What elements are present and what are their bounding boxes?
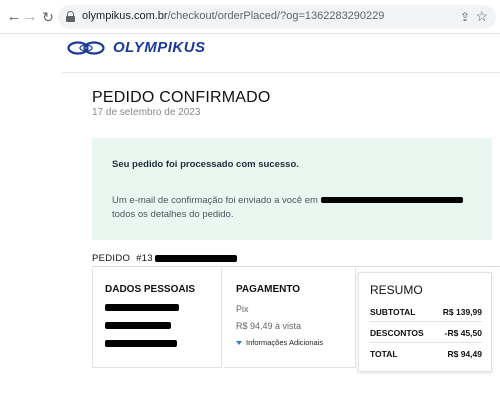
- summary-divider: [370, 321, 482, 322]
- redacted-phone: [105, 340, 177, 347]
- order-label: PEDIDO: [92, 253, 131, 264]
- address-bar[interactable]: olympikus.com.br/checkout/orderPlaced/?o…: [58, 5, 496, 29]
- personal-data-title: DADOS PESSOAIS: [105, 284, 196, 295]
- payment-amount: R$ 94,49 à vista: [236, 321, 302, 331]
- confirmation-text-start: Um e-mail de confirmação foi enviado a v…: [112, 195, 318, 206]
- url-domain: olympikus.com.br: [82, 10, 168, 22]
- summary-value: -R$ 45,50: [444, 328, 482, 338]
- url-path: /checkout/orderPlaced/?og=1362283290229: [167, 10, 385, 22]
- summary-label: TOTAL: [370, 349, 398, 359]
- summary-value: R$ 94,49: [447, 349, 483, 359]
- bookmark-star-icon[interactable]: ☆: [475, 8, 488, 25]
- summary-title: RESUMO: [370, 283, 423, 297]
- header-divider: [62, 72, 500, 73]
- summary-row-discounts: DESCONTOS -R$ 45,50: [370, 328, 482, 338]
- payment-card: PAGAMENTO Pix R$ 94,49 à vista Informaçõ…: [224, 268, 356, 368]
- summary-card: RESUMO SUBTOTAL R$ 139,99 DESCONTOS -R$ …: [358, 272, 492, 372]
- confirmation-box: Seu pedido foi processado com sucesso. U…: [92, 138, 492, 240]
- confirmation-text-end: todos os detalhes do pedido.: [112, 209, 234, 220]
- redacted-email: [320, 197, 463, 204]
- confirmation-title: Seu pedido foi processado com sucesso.: [112, 159, 299, 170]
- caret-down-icon: [236, 341, 242, 346]
- summary-divider: [370, 342, 482, 343]
- confirmation-text: Um e-mail de confirmação foi enviado a v…: [112, 194, 482, 222]
- additional-info-label: Informações Adicionais: [246, 338, 324, 347]
- order-date: 17 de setembro de 2023: [92, 107, 201, 118]
- olympikus-rings-icon: [67, 41, 105, 55]
- redacted-name: [105, 304, 179, 311]
- back-arrow-icon[interactable]: ←: [6, 9, 22, 25]
- order-number-prefix: #13: [136, 253, 153, 264]
- redacted-document: [105, 322, 171, 329]
- payment-method: Pix: [236, 304, 249, 314]
- forward-arrow-icon[interactable]: →: [22, 9, 38, 25]
- reload-icon[interactable]: ↻: [40, 9, 56, 25]
- order-divider: [92, 266, 500, 267]
- browser-toolbar: ← → ↻ olympikus.com.br/checkout/orderPla…: [0, 0, 500, 34]
- summary-label: DESCONTOS: [370, 328, 424, 338]
- personal-data-card: DADOS PESSOAIS: [92, 268, 222, 368]
- share-icon[interactable]: ⇪: [460, 10, 470, 24]
- additional-info-toggle[interactable]: Informações Adicionais: [236, 338, 323, 347]
- summary-label: SUBTOTAL: [370, 307, 416, 317]
- summary-row-subtotal: SUBTOTAL R$ 139,99: [370, 307, 482, 317]
- order-number: PEDIDO #13: [92, 253, 237, 264]
- address-url[interactable]: olympikus.com.br/checkout/orderPlaced/?o…: [82, 10, 384, 22]
- summary-row-total: TOTAL R$ 94,49: [370, 349, 482, 359]
- brand-name: OLYMPIKUS: [113, 39, 206, 56]
- page-title: PEDIDO CONFIRMADO: [92, 89, 271, 106]
- summary-value: R$ 139,99: [442, 307, 482, 317]
- lock-icon[interactable]: [66, 11, 75, 22]
- brand-logo[interactable]: OLYMPIKUS: [67, 38, 205, 58]
- redacted-order-number: [154, 254, 237, 262]
- payment-title: PAGAMENTO: [236, 284, 301, 295]
